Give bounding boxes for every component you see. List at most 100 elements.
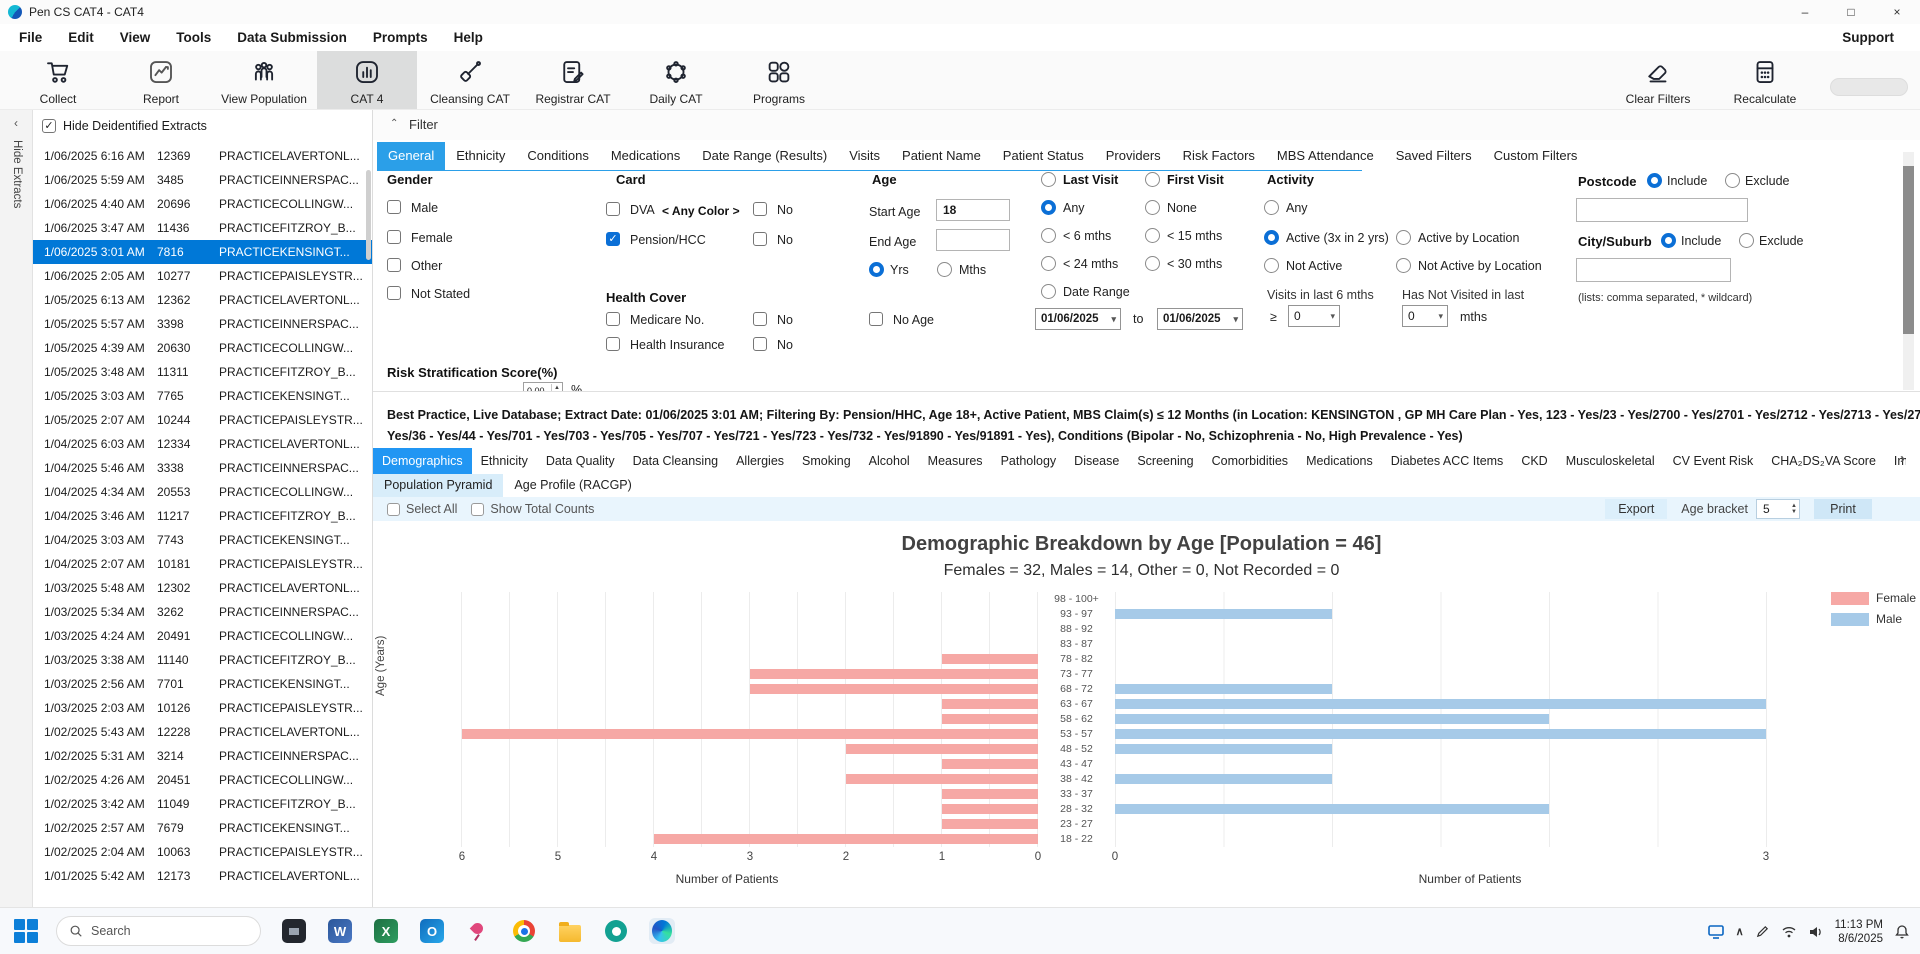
risk-spinner[interactable]: 0.00▲▼: [523, 382, 563, 392]
menu-item-data-submission[interactable]: Data Submission: [224, 30, 360, 45]
filter-scrollbar-thumb[interactable]: [1903, 166, 1914, 334]
show-total-counts-checkbox[interactable]: [471, 503, 484, 516]
no-age-checkbox[interactable]: [869, 312, 883, 326]
report-tab-alcohol[interactable]: Alcohol: [860, 448, 919, 474]
extract-row[interactable]: 1/04/2025 6:03 AM12334PRACTICELAVERTONL.…: [33, 432, 372, 456]
extract-row[interactable]: 1/03/2025 4:24 AM20491PRACTICECOLLINGW..…: [33, 624, 372, 648]
age-bracket-spinner[interactable]: 5▲▼: [1756, 499, 1800, 519]
active-by-location-radio[interactable]: [1396, 230, 1411, 245]
postcode-include-radio[interactable]: [1647, 173, 1662, 188]
extract-row[interactable]: 1/03/2025 3:38 AM11140PRACTICEFITZROY_B.…: [33, 648, 372, 672]
toolbar-programs-button[interactable]: Programs: [729, 51, 829, 109]
lt24-radio[interactable]: [1041, 256, 1056, 271]
city-input[interactable]: [1576, 258, 1731, 282]
notification-bell-icon[interactable]: [1894, 924, 1910, 940]
extract-row[interactable]: 1/02/2025 4:26 AM20451PRACTICECOLLINGW..…: [33, 768, 372, 792]
start-age-input[interactable]: 18: [936, 199, 1010, 221]
extract-row[interactable]: 1/05/2025 2:07 AM10244PRACTICEPAISLEYSTR…: [33, 408, 372, 432]
menu-item-tools[interactable]: Tools: [163, 30, 224, 45]
menu-item-help[interactable]: Help: [441, 30, 496, 45]
extract-row[interactable]: 1/04/2025 4:34 AM20553PRACTICECOLLINGW..…: [33, 480, 372, 504]
male-checkbox[interactable]: [387, 200, 401, 214]
report-tab-comorbidities[interactable]: Comorbidities: [1203, 448, 1297, 474]
lt15-radio[interactable]: [1145, 228, 1160, 243]
dark-app-icon[interactable]: [281, 918, 307, 944]
report-tab-ckd[interactable]: CKD: [1512, 448, 1556, 474]
toolbar-recalculate-button[interactable]: Recalculate: [1713, 51, 1817, 109]
maximize-button[interactable]: □: [1828, 0, 1874, 24]
sub-tab-age-profile-racgp[interactable]: Age Profile (RACGP): [503, 474, 642, 497]
tabs-overflow-arrow[interactable]: ›: [1900, 450, 1905, 467]
pension-no-checkbox[interactable]: [753, 232, 767, 246]
toolbar-clear-filters-button[interactable]: Clear Filters: [1606, 51, 1710, 109]
report-tab-ethnicity[interactable]: Ethnicity: [472, 448, 537, 474]
female-checkbox[interactable]: [387, 230, 401, 244]
extract-row[interactable]: 1/03/2025 5:48 AM12302PRACTICELAVERTONL.…: [33, 576, 372, 600]
extract-row[interactable]: 1/04/2025 2:07 AM10181PRACTICEPAISLEYSTR…: [33, 552, 372, 576]
filter-tab-date-range-results[interactable]: Date Range (Results): [691, 142, 838, 170]
toolbar-registrar-cat-button[interactable]: Registrar CAT: [523, 51, 623, 109]
extract-row[interactable]: 1/02/2025 5:31 AM3214PRACTICEINNERSPAC..…: [33, 744, 372, 768]
pension-checkbox[interactable]: ✓: [606, 232, 620, 246]
menu-item-edit[interactable]: Edit: [55, 30, 107, 45]
insurance-checkbox[interactable]: [606, 337, 620, 351]
date-from-combo[interactable]: 01/06/2025▾: [1035, 308, 1121, 330]
any-color-selector[interactable]: < Any Color >: [662, 204, 740, 218]
filter-tab-medications[interactable]: Medications: [600, 142, 691, 170]
file-explorer-icon[interactable]: [557, 918, 583, 944]
extract-row[interactable]: 1/05/2025 3:03 AM7765PRACTICEKENSINGT...: [33, 384, 372, 408]
filter-tab-mbs-attendance[interactable]: MBS Attendance: [1266, 142, 1385, 170]
city-exclude-radio[interactable]: [1739, 233, 1754, 248]
hidden-icons-chevron[interactable]: ∧: [1736, 925, 1744, 938]
chrome-icon[interactable]: [511, 918, 537, 944]
extract-row[interactable]: 1/06/2025 2:05 AM10277PRACTICEPAISLEYSTR…: [33, 264, 372, 288]
filter-collapse-icon[interactable]: ⌃: [390, 118, 398, 129]
extract-row[interactable]: 1/02/2025 5:43 AM12228PRACTICELAVERTONL.…: [33, 720, 372, 744]
postcode-exclude-radio[interactable]: [1725, 173, 1740, 188]
toolbar-report-button[interactable]: Report: [111, 51, 211, 109]
extract-row[interactable]: 1/06/2025 4:40 AM20696PRACTICECOLLINGW..…: [33, 192, 372, 216]
filter-tab-ethnicity[interactable]: Ethnicity: [445, 142, 516, 170]
export-button[interactable]: Export: [1605, 499, 1667, 519]
excel-icon[interactable]: X: [373, 918, 399, 944]
pin-icon[interactable]: [465, 918, 491, 944]
filter-tab-visits[interactable]: Visits: [838, 142, 891, 170]
extract-row[interactable]: 1/04/2025 3:46 AM11217PRACTICEFITZROY_B.…: [33, 504, 372, 528]
not-active-radio[interactable]: [1264, 258, 1279, 273]
date-to-combo[interactable]: 01/06/2025▾: [1157, 308, 1243, 330]
toolbar-cleansing-cat-button[interactable]: Cleansing CAT: [420, 51, 520, 109]
word-icon[interactable]: W: [327, 918, 353, 944]
task-view-monitor-icon[interactable]: [1707, 923, 1725, 941]
toolbar-view-population-button[interactable]: View Population: [214, 51, 314, 109]
visit-none-radio[interactable]: [1145, 200, 1160, 215]
active-radio[interactable]: [1264, 230, 1279, 245]
postcode-input[interactable]: [1576, 198, 1748, 222]
extract-row[interactable]: 1/03/2025 2:03 AM10126PRACTICEPAISLEYSTR…: [33, 696, 372, 720]
mths-radio[interactable]: [937, 262, 952, 277]
sidebar-scrollbar[interactable]: [366, 170, 371, 260]
report-tab-smoking[interactable]: Smoking: [793, 448, 860, 474]
filter-tab-providers[interactable]: Providers: [1095, 142, 1172, 170]
report-tab-cha-ds-va-score[interactable]: CHA₂DS₂VA Score: [1762, 448, 1885, 474]
sub-tab-population-pyramid[interactable]: Population Pyramid: [373, 474, 503, 497]
lt30-radio[interactable]: [1145, 256, 1160, 271]
menu-item-prompts[interactable]: Prompts: [360, 30, 441, 45]
report-tab-medications[interactable]: Medications: [1297, 448, 1382, 474]
report-tab-diabetes-acc-items[interactable]: Diabetes ACC Items: [1382, 448, 1513, 474]
report-tab-data-quality[interactable]: Data Quality: [537, 448, 624, 474]
extract-row[interactable]: 1/02/2025 2:04 AM10063PRACTICEPAISLEYSTR…: [33, 840, 372, 864]
report-tab-disease[interactable]: Disease: [1065, 448, 1128, 474]
first-visit-radio[interactable]: [1145, 172, 1160, 187]
toolbar-daily-cat-button[interactable]: Daily CAT: [626, 51, 726, 109]
edge-icon[interactable]: [649, 918, 675, 944]
city-include-radio[interactable]: [1661, 233, 1676, 248]
visits-6mths-dropdown[interactable]: 0▾: [1288, 305, 1340, 327]
menu-item-file[interactable]: File: [6, 30, 55, 45]
print-button[interactable]: Print: [1814, 499, 1872, 519]
filter-tab-general[interactable]: General: [377, 142, 445, 170]
filter-tab-risk-factors[interactable]: Risk Factors: [1172, 142, 1266, 170]
hide-extracts-strip[interactable]: ‹ Hide Extracts: [0, 110, 33, 907]
insurance-no-checkbox[interactable]: [753, 337, 767, 351]
extract-row[interactable]: 1/01/2025 5:42 AM12173PRACTICELAVERTONL.…: [33, 864, 372, 888]
extract-row[interactable]: 1/06/2025 6:16 AM12369PRACTICELAVERTONL.…: [33, 144, 372, 168]
